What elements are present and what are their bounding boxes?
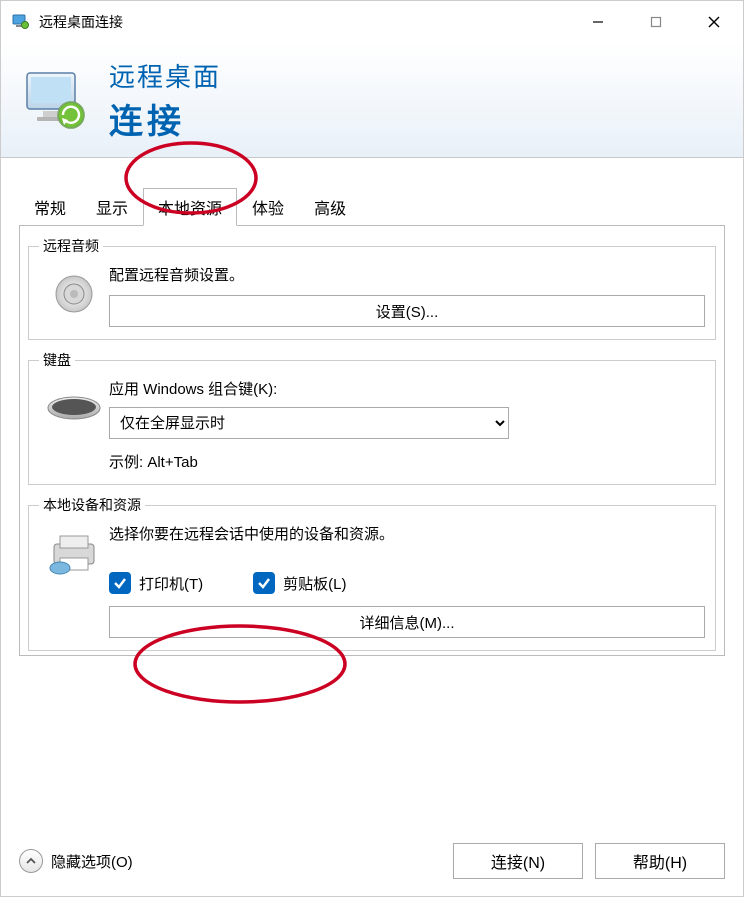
legend-remote-audio: 远程音频: [39, 236, 103, 256]
checkmark-icon: [253, 572, 275, 594]
help-button[interactable]: 帮助(H): [595, 843, 725, 879]
hide-options-label: 隐藏选项(O): [51, 851, 133, 872]
connect-button[interactable]: 连接(N): [453, 843, 583, 879]
legend-devices: 本地设备和资源: [39, 495, 145, 515]
printer-icon: [39, 523, 109, 583]
footer: 隐藏选项(O) 连接(N) 帮助(H): [1, 826, 743, 896]
titlebar-buttons: [569, 1, 743, 43]
rdp-window: 远程桌面连接: [0, 0, 744, 897]
group-keyboard: 键盘 应用 Windows 组合键(K): 仅在全屏显示时: [28, 350, 716, 485]
header: 远程桌面 连接: [1, 43, 743, 158]
minimize-button[interactable]: [569, 1, 627, 43]
tab-general[interactable]: 常规: [19, 188, 81, 226]
hide-options-button[interactable]: 隐藏选项(O): [19, 849, 133, 873]
group-devices: 本地设备和资源 选择你要在远程会话中使用的设备和资源。: [28, 495, 716, 651]
titlebar-title: 远程桌面连接: [39, 12, 123, 32]
audio-settings-button[interactable]: 设置(S)...: [109, 295, 705, 327]
group-remote-audio: 远程音频 配置远程音频设置。 设置(S)...: [28, 236, 716, 340]
app-icon: [11, 12, 31, 32]
tab-body: 远程音频 配置远程音频设置。 设置(S)...: [19, 225, 725, 656]
maximize-button[interactable]: [627, 1, 685, 43]
tab-local-resources[interactable]: 本地资源: [143, 188, 237, 226]
clipboard-checkbox-label: 剪贴板(L): [283, 573, 346, 594]
clipboard-checkbox[interactable]: 剪贴板(L): [253, 572, 346, 594]
titlebar: 远程桌面连接: [1, 1, 743, 43]
printer-checkbox-label: 打印机(T): [139, 573, 203, 594]
header-icon: [21, 65, 91, 135]
close-button[interactable]: [685, 1, 743, 43]
tab-display[interactable]: 显示: [81, 188, 143, 226]
tabs: 常规 显示 本地资源 体验 高级: [19, 188, 725, 226]
keyboard-label: 应用 Windows 组合键(K):: [109, 378, 705, 399]
audio-text: 配置远程音频设置。: [109, 264, 705, 285]
devices-more-button[interactable]: 详细信息(M)...: [109, 606, 705, 638]
content: 常规 显示 本地资源 体验 高级 远程音频: [1, 158, 743, 826]
header-line1: 远程桌面: [109, 57, 221, 94]
header-line2: 连接: [109, 94, 221, 143]
legend-keyboard: 键盘: [39, 350, 75, 370]
tab-experience[interactable]: 体验: [237, 188, 299, 226]
tab-advanced[interactable]: 高级: [299, 188, 361, 226]
keyboard-combo[interactable]: 仅在全屏显示时: [109, 407, 509, 439]
keyboard-example: 示例: Alt+Tab: [109, 451, 705, 472]
chevron-up-icon: [19, 849, 43, 873]
printer-checkbox[interactable]: 打印机(T): [109, 572, 203, 594]
keyboard-icon: [39, 378, 109, 438]
checkmark-icon: [109, 572, 131, 594]
header-text: 远程桌面 连接: [109, 57, 221, 143]
speaker-icon: [39, 264, 109, 324]
footer-buttons: 连接(N) 帮助(H): [453, 843, 725, 879]
devices-text: 选择你要在远程会话中使用的设备和资源。: [109, 523, 705, 544]
